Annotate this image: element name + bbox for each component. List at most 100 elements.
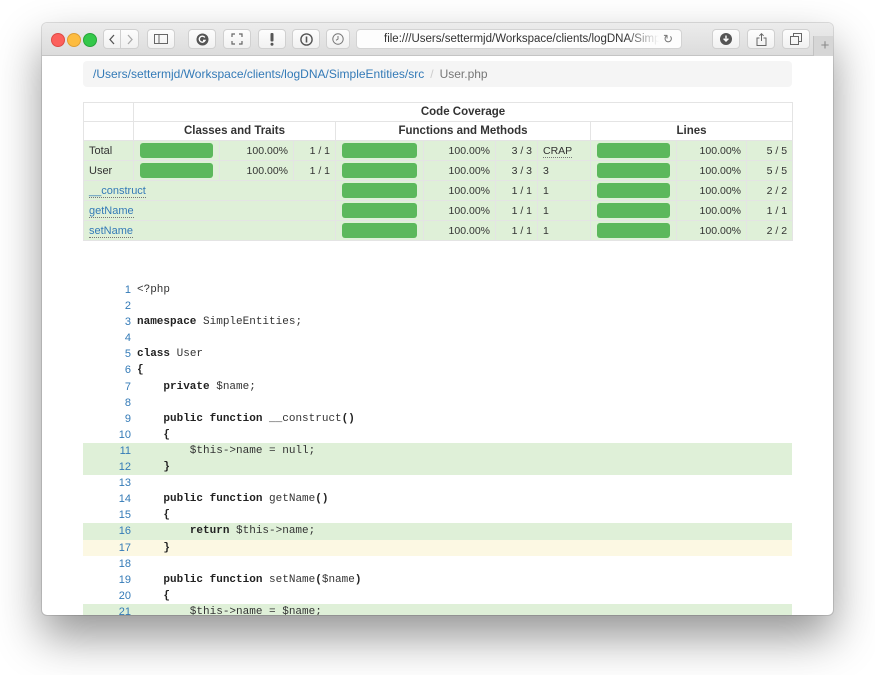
classes-coverage-bar	[133, 140, 220, 161]
line-number[interactable]: 2	[83, 298, 137, 314]
line-number[interactable]: 5	[83, 346, 137, 362]
line-number[interactable]: 17	[83, 540, 137, 556]
line-number[interactable]: 12	[83, 459, 137, 475]
source-line: 21 $this->name = $name;	[83, 603, 792, 615]
line-code: }	[137, 459, 170, 475]
line-code: {	[137, 427, 170, 443]
line-number[interactable]: 10	[83, 427, 137, 443]
source-line: 14 public function getName()	[83, 491, 792, 507]
new-tab-button[interactable]: +	[813, 36, 833, 56]
line-number[interactable]: 11	[83, 443, 137, 459]
reload-icon[interactable]: ↻	[663, 32, 673, 46]
fullscreen-icon	[231, 33, 243, 45]
line-number[interactable]: 18	[83, 556, 137, 572]
lines-percent: 100.00%	[676, 200, 747, 221]
info-extension-button[interactable]	[292, 29, 320, 49]
line-number[interactable]: 13	[83, 475, 137, 491]
code-keyword: public	[163, 573, 204, 586]
line-number[interactable]: 1	[83, 282, 137, 298]
lines-coverage-bar	[590, 160, 677, 181]
share-icon	[756, 32, 766, 46]
source-line: 8	[83, 395, 792, 411]
progress-bar	[140, 143, 213, 158]
header-functions-and-methods: Functions and Methods	[335, 121, 591, 141]
row-name-cell: __construct	[83, 180, 336, 201]
tabs-icon	[790, 33, 802, 45]
grammarly-icon	[196, 33, 208, 45]
forward-button[interactable]	[121, 29, 139, 49]
line-number[interactable]: 9	[83, 411, 137, 427]
line-code: private $name;	[137, 379, 255, 395]
fullscreen-extension-button[interactable]	[223, 29, 251, 49]
classes-percent: 100.00%	[219, 160, 294, 181]
grammarly-extension-button[interactable]	[188, 29, 216, 49]
method-link-getName[interactable]: getName	[89, 204, 134, 218]
line-number[interactable]: 15	[83, 507, 137, 523]
progress-bar	[597, 143, 670, 158]
line-code: {	[137, 588, 170, 604]
line-code: {	[137, 507, 170, 523]
code-keyword: return	[189, 525, 230, 538]
source-line: 15 {	[83, 507, 792, 523]
address-bar[interactable]: file:///Users/settermjd/Workspace/client…	[356, 29, 682, 49]
row-name: User	[83, 160, 134, 181]
history-extension-button[interactable]	[326, 29, 350, 49]
downloads-button[interactable]	[712, 29, 740, 49]
download-icon	[720, 33, 732, 45]
functions-coverage-bar	[335, 140, 424, 161]
zoom-window-button[interactable]	[83, 33, 97, 47]
code-text: $this->name = null;	[137, 444, 316, 457]
minimize-window-button[interactable]	[67, 33, 81, 47]
exclamation-icon	[270, 32, 274, 46]
code-keyword: namespace	[137, 316, 197, 329]
line-number[interactable]: 4	[83, 330, 137, 346]
source-line: 2	[83, 298, 792, 314]
progress-bar	[597, 203, 670, 218]
lines-coverage-bar	[590, 220, 677, 241]
share-button[interactable]	[747, 29, 775, 49]
lines-percent: 100.00%	[676, 160, 747, 181]
close-window-button[interactable]	[51, 33, 65, 47]
code-text: getName	[262, 493, 316, 506]
address-url[interactable]: file:///Users/settermjd/Workspace/client…	[384, 33, 659, 45]
source-line: 20 {	[83, 588, 792, 604]
lines-percent: 100.00%	[676, 180, 747, 201]
method-link-setName[interactable]: setName	[89, 224, 134, 238]
line-number[interactable]: 21	[83, 604, 137, 615]
source-code-listing: 1 <?php 2 3 namespace SimpleEntities; 4 5 class…	[83, 282, 792, 615]
crap-index: 3	[537, 160, 591, 181]
row-name-cell: getName	[83, 200, 336, 221]
show-tabs-button[interactable]	[782, 29, 810, 49]
breadcrumb-path-link[interactable]: /Users/settermjd/Workspace/clients/logDN…	[93, 67, 424, 81]
header-empty-cell	[83, 102, 134, 122]
code-keyword: }	[163, 461, 171, 474]
line-number[interactable]: 7	[83, 379, 137, 395]
code-keyword: function	[209, 493, 263, 506]
line-number[interactable]: 20	[83, 588, 137, 604]
line-number[interactable]: 16	[83, 523, 137, 539]
breadcrumb-current-file: User.php	[439, 67, 488, 81]
progress-bar	[342, 163, 417, 178]
sidebar-button[interactable]	[147, 29, 175, 49]
line-number[interactable]: 14	[83, 491, 137, 507]
lines-ratio: 2 / 2	[745, 220, 794, 241]
code-keyword: function	[209, 573, 263, 586]
code-keyword: {	[163, 428, 171, 441]
lines-ratio: 1 / 1	[745, 200, 794, 221]
line-number[interactable]: 3	[83, 314, 137, 330]
line-code: public function setName($name)	[137, 572, 361, 588]
line-number[interactable]: 6	[83, 362, 137, 378]
alert-extension-button[interactable]	[258, 29, 286, 49]
method-link-construct[interactable]: __construct	[89, 184, 146, 198]
source-line: 17 }	[83, 539, 792, 556]
functions-ratio: 1 / 1	[495, 180, 538, 201]
line-number[interactable]: 8	[83, 395, 137, 411]
progress-bar	[597, 223, 670, 238]
back-button[interactable]	[103, 29, 121, 49]
line-number[interactable]: 19	[83, 572, 137, 588]
